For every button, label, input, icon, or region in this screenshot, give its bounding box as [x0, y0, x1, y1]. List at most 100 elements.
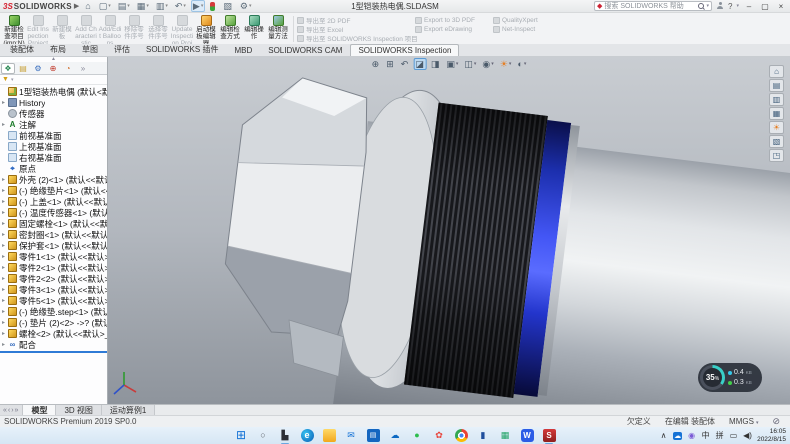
expand-arrow-icon[interactable]: ▸: [1, 198, 6, 205]
onedrive-icon[interactable]: ☁: [388, 429, 402, 443]
quick-tips-icon[interactable]: ⊘: [772, 416, 780, 427]
tree-item[interactable]: 1型铠装热电偶 (默认<默认_显示状态-1>: [0, 86, 107, 97]
expand-arrow-icon[interactable]: ▸: [1, 176, 6, 183]
command-tab[interactable]: MBD: [226, 44, 260, 56]
ime-language-indicator[interactable]: 中: [701, 430, 710, 442]
tree-item[interactable]: 上视基准面: [0, 141, 107, 152]
ribbon-button[interactable]: Add Characteristic: [74, 14, 98, 44]
expand-arrow-icon[interactable]: ▸: [1, 330, 6, 337]
tree-item[interactable]: 右视基准面: [0, 152, 107, 163]
dropdown-arrow-icon[interactable]: ▾: [491, 59, 494, 70]
display-style-icon[interactable]: ◫ ▾: [462, 58, 478, 70]
help-search-box[interactable]: ◆ 搜索 SOLIDWORKS 帮助 ▾: [594, 1, 712, 11]
tree-item[interactable]: ▸ 密封圈<1> (默认<<默认>_显示状态: [0, 229, 107, 240]
propertymanager-tab[interactable]: ▤: [16, 63, 30, 74]
expand-arrow-icon[interactable]: ▸: [1, 264, 6, 271]
search-dropdown-icon[interactable]: ▾: [707, 3, 710, 9]
featuremanager-tab[interactable]: ❖: [1, 63, 15, 74]
3d-model-canvas[interactable]: [108, 57, 790, 404]
display-tray-icon[interactable]: ▭: [729, 430, 738, 442]
system-monitor-badge[interactable]: 35 % 0.4 KB 0.3 KB: [698, 363, 762, 392]
file-explorer-icon[interactable]: ▥: [769, 93, 784, 106]
search-icon[interactable]: [698, 3, 705, 10]
edit-appearance-icon[interactable]: ☀ ▾: [498, 58, 514, 70]
appearances-scenes-icon[interactable]: ☀: [769, 121, 784, 134]
tree-item[interactable]: ▸ (-) 温度传感器<1> (默认<<默认>_显示: [0, 207, 107, 218]
search-button[interactable]: ○: [256, 429, 270, 443]
command-tab[interactable]: SOLIDWORKS Inspection: [350, 44, 459, 56]
save-icon[interactable]: ▦ ▾: [135, 0, 151, 12]
command-tab[interactable]: 布局: [42, 42, 74, 56]
home-icon[interactable]: ⌂: [83, 0, 93, 12]
units-selector[interactable]: MMGS▾: [729, 417, 758, 426]
dropdown-arrow-icon[interactable]: ▾: [201, 1, 204, 11]
view-tab[interactable]: 3D 视图: [56, 405, 101, 415]
tray-expand-icon[interactable]: ∧: [659, 430, 668, 442]
ribbon-button[interactable]: 编辑测量方法: [266, 14, 290, 44]
hide-show-items-icon[interactable]: ◉ ▾: [480, 58, 495, 70]
expand-arrow-icon[interactable]: ▸: [1, 187, 6, 194]
ribbon-button[interactable]: Edit Inspection Project: [26, 14, 50, 44]
graphics-viewport[interactable]: ⊕ ⊞ ↶ ◪ ◨ ▣ ▾ ◫: [108, 57, 790, 404]
export-menu-item[interactable]: Export eDrawing: [415, 25, 493, 33]
sheets-app-icon[interactable]: ▦: [498, 429, 512, 443]
export-menu-item[interactable]: 导出至 SOLIDWORKS Inspection 项目: [297, 34, 415, 42]
dropdown-arrow-icon[interactable]: ▾: [474, 59, 477, 70]
tree-item[interactable]: 前视基准面: [0, 130, 107, 141]
volume-tray-icon[interactable]: ◀): [743, 430, 752, 442]
snip-app-icon[interactable]: ▙: [278, 429, 292, 443]
mail-icon[interactable]: ✉: [344, 429, 358, 443]
tree-item[interactable]: ⌖ 原点: [0, 163, 107, 174]
export-menu-item[interactable]: 导出至 2D PDF: [297, 16, 415, 24]
rollback-bar[interactable]: [0, 351, 107, 353]
displaymanager-tab[interactable]: ◔: [61, 63, 75, 74]
dimxpertmanager-tab[interactable]: ⊕: [46, 63, 60, 74]
tree-item[interactable]: ▸ 固定螺栓<1> (默认<<默认>_显示状态: [0, 218, 107, 229]
tree-item[interactable]: ▸ (-) 绝缘垫.step<1> (默认<<默认>_显: [0, 306, 107, 317]
command-tab[interactable]: 评估: [106, 42, 138, 56]
open-icon[interactable]: ▤ ▾: [116, 0, 132, 12]
zoom-fit-icon[interactable]: ⊕: [370, 58, 383, 70]
select-cursor-icon[interactable]: ▶ ▾: [191, 0, 205, 12]
rebuild-traffic-icon[interactable]: [208, 1, 218, 12]
view-tab[interactable]: 运动算例1: [102, 405, 155, 415]
ribbon-button[interactable]: 移除零件序号: [122, 14, 146, 44]
dropdown-arrow-icon[interactable]: ▾: [456, 59, 459, 70]
panel-tabs-overflow[interactable]: »: [76, 63, 90, 74]
expand-arrow-icon[interactable]: ▸: [1, 253, 6, 260]
photos-app-icon[interactable]: ✿: [432, 429, 446, 443]
expand-arrow-icon[interactable]: ▸: [1, 220, 6, 227]
tree-item[interactable]: ▸ A 注解: [0, 119, 107, 130]
print-icon[interactable]: ▥ ▾: [154, 0, 170, 12]
dropdown-arrow-icon[interactable]: ▾: [524, 59, 527, 70]
dropdown-arrow-icon[interactable]: ▾: [108, 1, 111, 11]
ribbon-button[interactable]: 新建模板: [50, 14, 74, 44]
ribbon-button[interactable]: Update Inspection Project: [170, 14, 194, 44]
tree-item[interactable]: ▸ 零件2<1> (默认<<默认>_显示状态: [0, 262, 107, 273]
expand-arrow-icon[interactable]: ▸: [1, 308, 6, 315]
command-tab[interactable]: SOLIDWORKS CAM: [260, 44, 350, 56]
command-tab[interactable]: SOLIDWORKS 插件: [138, 42, 226, 56]
expand-arrow-icon[interactable]: ▸: [1, 242, 6, 249]
custom-properties-icon[interactable]: ▧: [769, 135, 784, 148]
forum-icon[interactable]: ◳: [769, 149, 784, 162]
view-palette-icon[interactable]: ▦: [769, 107, 784, 120]
tree-item[interactable]: ▸ (-) 垫片 (2)<2> ->? (默认<<默认>_显: [0, 317, 107, 328]
tree-item[interactable]: ▸ (-) 上盖<1> (默认<<默认>_显示状态: [0, 196, 107, 207]
tree-item[interactable]: 传感器: [0, 108, 107, 119]
command-tab[interactable]: 草图: [74, 42, 106, 56]
ribbon-button[interactable]: Add/Edit Balloons: [98, 14, 122, 44]
start-button[interactable]: ⊞: [234, 429, 248, 443]
dropdown-arrow-icon[interactable]: ▾: [146, 1, 149, 11]
login-person-icon[interactable]: [716, 2, 724, 10]
expand-arrow-icon[interactable]: ▸: [1, 341, 6, 348]
expand-arrow-icon[interactable]: ▸: [1, 319, 6, 326]
ribbon-button[interactable]: 编辑操作: [242, 14, 266, 44]
3d-drawing-view-icon[interactable]: ◨: [429, 58, 443, 70]
store-icon[interactable]: ▤: [366, 429, 380, 443]
tree-filter[interactable]: ▼ ▾: [0, 75, 107, 85]
chrome-icon[interactable]: [454, 429, 468, 443]
tree-item[interactable]: ▸ 零件1<1> (默认<<默认>_显示状态: [0, 251, 107, 262]
reader-app-icon[interactable]: ▮: [476, 429, 490, 443]
ribbon-button[interactable]: 选择零件序号: [146, 14, 170, 44]
